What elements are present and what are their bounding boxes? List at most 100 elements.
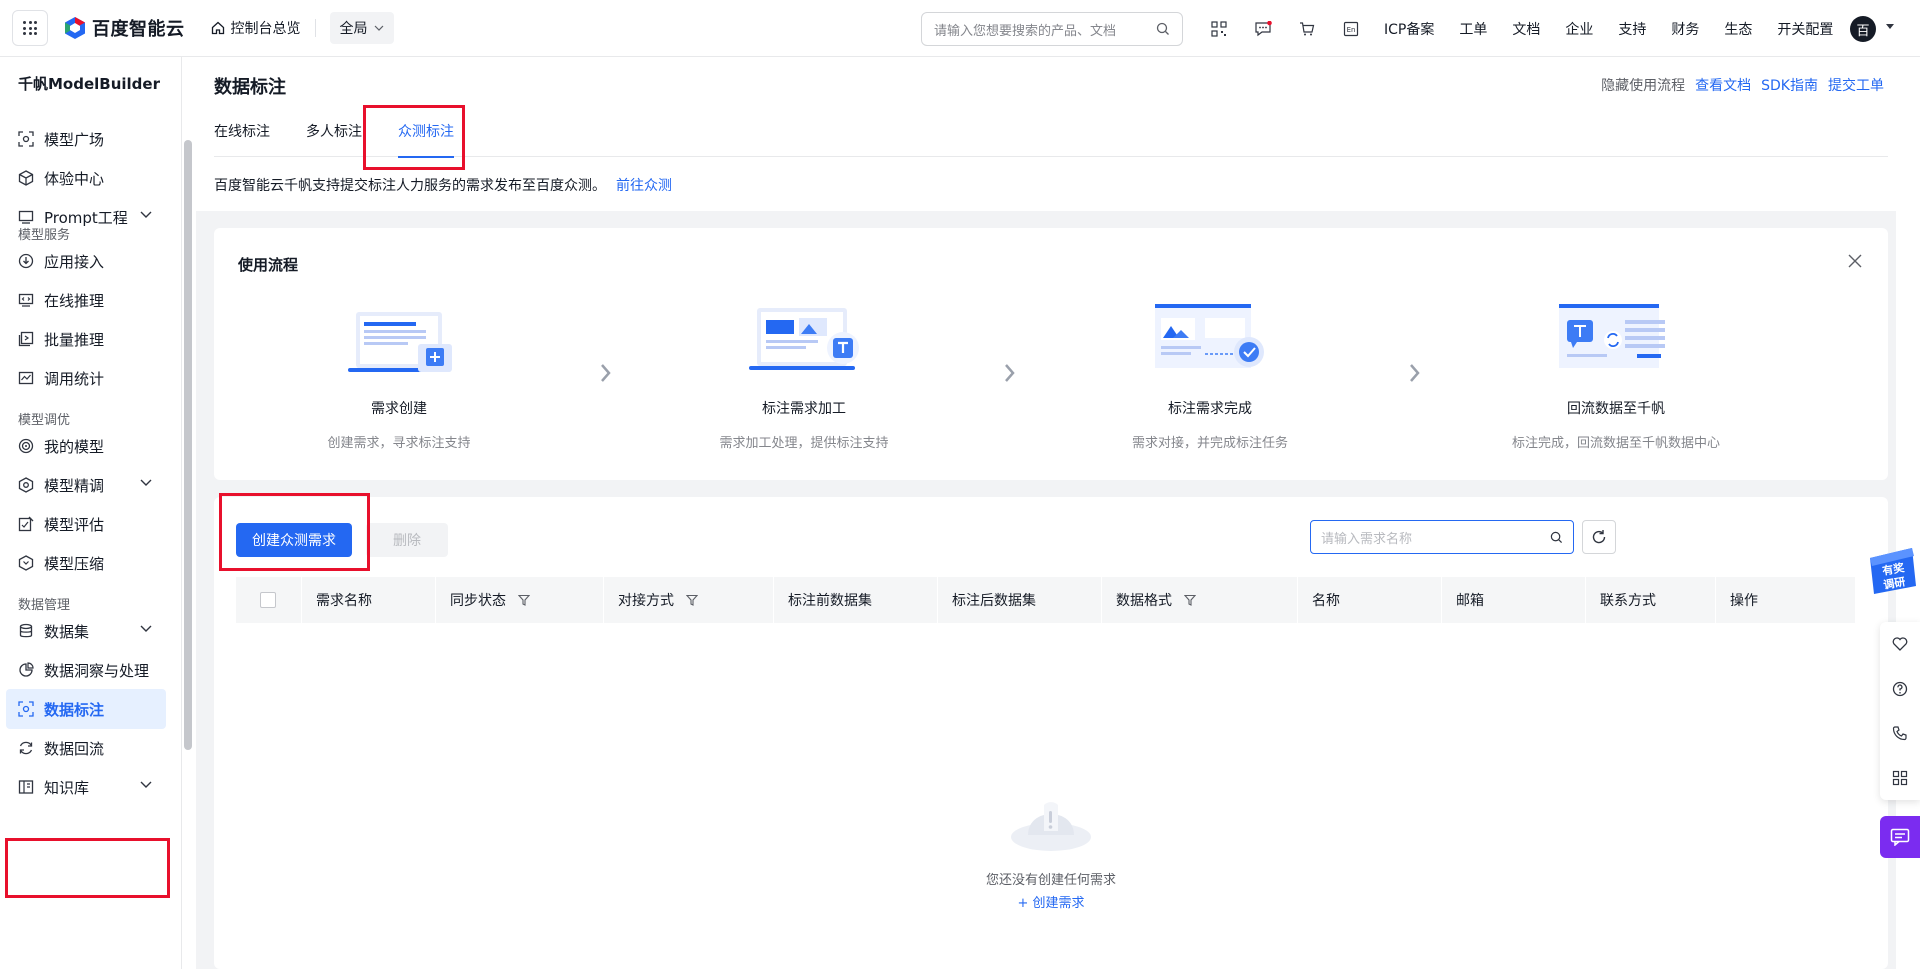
app-grid-button[interactable] xyxy=(12,10,48,46)
sidebar-item-data-insight[interactable]: 数据洞察与处理 xyxy=(6,650,166,690)
message-icon[interactable] xyxy=(1252,18,1274,40)
console-home-label: 控制台总览 xyxy=(230,21,301,37)
sidebar-item-model-square[interactable]: 模型广场 xyxy=(6,119,166,159)
language-icon[interactable]: En xyxy=(1340,18,1362,40)
flow-step-title: 回流数据至千帆 xyxy=(1567,401,1665,417)
phone-icon[interactable] xyxy=(1892,725,1908,741)
sidebar-item-fine-tune[interactable]: 模型精调 xyxy=(6,465,166,505)
top-link-ticket[interactable]: 工单 xyxy=(1459,19,1487,39)
top-icon-group: En xyxy=(1208,18,1362,40)
global-search-input[interactable]: 请输入您想要搜索的产品、文档 xyxy=(921,12,1183,46)
sync-icon xyxy=(18,740,34,756)
flow-step-desc: 需求加工处理，提供标注支持 xyxy=(719,436,889,451)
sidebar-item-knowledge-base[interactable]: 知识库 xyxy=(6,767,166,807)
brand-logo[interactable]: 百度智能云 xyxy=(64,15,185,41)
sidebar-item-model-eval[interactable]: 模型评估 xyxy=(6,504,166,544)
top-link-support[interactable]: 支持 xyxy=(1618,19,1646,39)
filter-icon[interactable] xyxy=(686,594,698,606)
sidebar-scrollbar[interactable] xyxy=(184,140,192,750)
tab-multi-annotation[interactable]: 多人标注 xyxy=(306,105,362,157)
chart-line-icon xyxy=(18,370,34,386)
sidebar-item-call-stats[interactable]: 调用统计 xyxy=(6,358,166,398)
empty-illustration xyxy=(1006,787,1096,857)
sidebar-item-app-access[interactable]: 应用接入 xyxy=(6,241,166,281)
top-link-ecosystem[interactable]: 生态 xyxy=(1724,19,1752,39)
filter-icon[interactable] xyxy=(1184,594,1196,606)
search-icon[interactable] xyxy=(1156,22,1170,36)
column-header: 邮箱 xyxy=(1442,577,1586,623)
annotation-highlight-tab xyxy=(363,105,465,170)
cart-icon[interactable] xyxy=(1296,18,1318,40)
create-request-link[interactable]: + 创建需求 xyxy=(214,892,1888,911)
survey-badge[interactable]: 有奖 调研 xyxy=(1862,538,1920,598)
refresh-button[interactable] xyxy=(1582,520,1616,554)
apps-icon[interactable] xyxy=(1892,770,1908,786)
flow-title: 使用流程 xyxy=(238,256,299,274)
hide-flow-link[interactable]: 隐藏使用流程 xyxy=(1601,75,1685,95)
sidebar-item-label: 知识库 xyxy=(44,778,90,797)
pie-chart-icon xyxy=(18,662,34,678)
region-selector[interactable]: 全局 xyxy=(329,12,394,44)
request-search-placeholder: 请输入需求名称 xyxy=(1321,531,1413,547)
delete-button[interactable]: 删除 xyxy=(366,523,448,557)
compress-icon xyxy=(18,555,34,571)
top-link-docs[interactable]: 文档 xyxy=(1512,19,1540,39)
home-icon xyxy=(211,21,224,35)
view-docs-link[interactable]: 查看文档 xyxy=(1695,75,1751,95)
chevron-down-icon xyxy=(140,625,152,632)
table-header: 需求名称 同步状态 对接方式 标注前数据集 标注后数据集 数据格式 名称 邮箱 … xyxy=(236,577,1856,623)
sidebar-item-batch-inference[interactable]: 批量推理 xyxy=(6,319,166,359)
chevron-right-icon xyxy=(1005,364,1015,382)
column-header: 操作 xyxy=(1716,577,1856,623)
qrcode-icon[interactable] xyxy=(1208,18,1230,40)
column-header-label: 数据格式 xyxy=(1116,593,1172,609)
sidebar-item-online-inference[interactable]: 在线推理 xyxy=(6,280,166,320)
sidebar-item-dataset[interactable]: 数据集 xyxy=(6,611,166,651)
filter-icon[interactable] xyxy=(518,594,530,606)
sidebar-item-label: 模型评估 xyxy=(44,515,105,534)
target-icon xyxy=(18,438,34,454)
top-link-settings[interactable]: 开关配置 xyxy=(1777,19,1833,39)
sidebar-item-label: 数据回流 xyxy=(44,739,105,758)
top-links: ICP备案 工单 文档 企业 支持 财务 生态 开关配置 xyxy=(1384,0,1858,57)
column-header-label: 同步状态 xyxy=(450,593,506,609)
request-table-card: 创建众测需求 删除 请输入需求名称 需求名称 同步状态 对接方式 标注前数据集 … xyxy=(214,497,1888,969)
caret-down-icon[interactable] xyxy=(1886,24,1894,30)
sdk-guide-link[interactable]: SDK指南 xyxy=(1761,75,1818,95)
sidebar-item-experience-center[interactable]: 体验中心 xyxy=(6,158,166,198)
go-crowdtest-link[interactable]: 前往众测 xyxy=(616,178,672,194)
avatar[interactable]: 百 xyxy=(1850,16,1876,42)
sidebar-item-model-compress[interactable]: 模型压缩 xyxy=(6,543,166,583)
page-title: 数据标注 xyxy=(214,77,286,98)
sidebar-item-label: 模型精调 xyxy=(44,476,105,495)
sidebar-item-data-reflow[interactable]: 数据回流 xyxy=(6,728,166,768)
tab-online-annotation[interactable]: 在线标注 xyxy=(214,105,270,157)
sidebar-item-my-models[interactable]: 我的模型 xyxy=(6,426,166,466)
flow-step-desc: 标注完成，回流数据至千帆数据中心 xyxy=(1511,436,1720,451)
chat-button[interactable] xyxy=(1880,816,1920,858)
annotation-scan-icon xyxy=(18,701,34,717)
region-label: 全局 xyxy=(339,21,368,37)
sidebar-item-label: 我的模型 xyxy=(44,437,105,456)
reflow-data-illustration xyxy=(1551,304,1681,384)
top-link-finance[interactable]: 财务 xyxy=(1671,19,1699,39)
select-all-checkbox[interactable] xyxy=(260,592,276,608)
help-icon[interactable] xyxy=(1892,681,1908,697)
grid-icon xyxy=(23,21,37,35)
sidebar-item-data-annotation[interactable]: 数据标注 xyxy=(6,689,166,729)
console-home-link[interactable]: 控制台总览 xyxy=(211,18,301,38)
top-link-icp[interactable]: ICP备案 xyxy=(1384,19,1434,39)
floating-toolbar xyxy=(1880,622,1920,800)
submit-ticket-link[interactable]: 提交工单 xyxy=(1828,75,1884,95)
close-icon[interactable] xyxy=(1848,254,1862,268)
top-link-enterprise[interactable]: 企业 xyxy=(1565,19,1593,39)
request-search-input[interactable]: 请输入需求名称 xyxy=(1310,520,1574,554)
description-text: 百度智能云千帆支持提交标注人力服务的需求发布至百度众测。 xyxy=(214,178,606,194)
description: 百度智能云千帆支持提交标注人力服务的需求发布至百度众测。 前往众测 xyxy=(214,175,672,195)
search-icon[interactable] xyxy=(1550,531,1563,544)
flow-step-3: 标注需求完成 需求对接，并完成标注任务 xyxy=(1080,304,1340,451)
empty-state: 您还没有创建任何需求 + 创建需求 xyxy=(214,787,1888,911)
heart-icon[interactable] xyxy=(1892,636,1908,652)
sidebar-item-label: 在线推理 xyxy=(44,291,105,310)
column-header-label: 对接方式 xyxy=(618,593,674,609)
